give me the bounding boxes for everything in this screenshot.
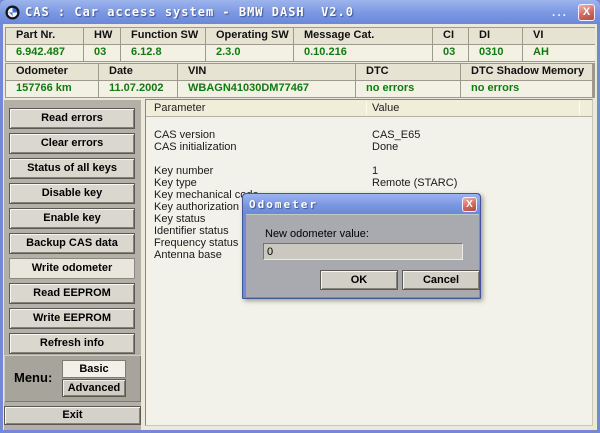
dialog-close-icon[interactable]: X — [462, 197, 477, 212]
param-row: Key number1 — [146, 165, 592, 177]
table-value-cell: 6.942.487 — [6, 45, 83, 61]
menu-panel: Menu: Basic Advanced — [4, 355, 141, 402]
parameter-panel-header: Parameter Value — [146, 100, 592, 117]
column-divider — [366, 101, 367, 115]
vehicle-info-table: Odometer Date VIN DTC DTC Shadow Memory … — [5, 63, 595, 98]
dialog-titlebar: Odometer X — [243, 194, 480, 214]
new-odometer-input[interactable] — [263, 243, 463, 260]
dialog-title: Odometer — [249, 198, 462, 211]
table-value-cell: no errors — [356, 81, 460, 97]
table-header-cell: DTC — [356, 64, 460, 80]
table-value-cell: AH — [523, 45, 595, 61]
exit-button[interactable]: Exit — [4, 406, 141, 425]
param-row: CAS versionCAS_E65 — [146, 129, 592, 141]
new-odometer-label: New odometer value: — [265, 228, 369, 240]
table-header-cell: VI — [523, 28, 595, 44]
menu-label: Menu: — [14, 370, 52, 385]
dialog-body: New odometer value: OK Cancel — [246, 214, 479, 297]
table-header-cell: Odometer — [6, 64, 98, 80]
sidebar: Read errors Clear errors Status of all k… — [4, 100, 141, 430]
table-header-cell: VIN — [178, 64, 355, 80]
table-header-cell: Function SW — [121, 28, 205, 44]
column-header-value: Value — [372, 102, 399, 114]
table-header-cell: DI — [469, 28, 522, 44]
disable-key-button[interactable]: Disable key — [9, 183, 135, 204]
write-eeprom-button[interactable]: Write EEPROM — [9, 308, 135, 329]
read-errors-button[interactable]: Read errors — [9, 108, 135, 129]
odometer-dialog: Odometer X New odometer value: OK Cancel — [242, 193, 481, 299]
param-row: Key typeRemote (STARC) — [146, 177, 592, 189]
window-title: CAS : Car access system - BMW DASH V2.0 — [25, 5, 552, 19]
table-header-cell: Operating SW — [206, 28, 293, 44]
ecu-info-table: Part Nr. HW Function SW Operating SW Mes… — [5, 27, 595, 62]
table-value-cell: 6.12.8 — [121, 45, 205, 61]
param-row: CAS initializationDone — [146, 141, 592, 153]
table-value-cell: 157766 km — [6, 81, 98, 97]
read-eeprom-button[interactable]: Read EEPROM — [9, 283, 135, 304]
bmw-logo-icon — [5, 5, 20, 20]
backup-cas-data-button[interactable]: Backup CAS data — [9, 233, 135, 254]
cancel-button[interactable]: Cancel — [402, 270, 480, 290]
table-value-cell: 03 — [433, 45, 468, 61]
column-divider — [579, 101, 580, 115]
table-header-cell: CI — [433, 28, 468, 44]
clear-errors-button[interactable]: Clear errors — [9, 133, 135, 154]
table-value-cell: 0310 — [469, 45, 522, 61]
close-icon[interactable]: X — [578, 4, 595, 21]
column-header-parameter: Parameter — [154, 102, 205, 114]
enable-key-button[interactable]: Enable key — [9, 208, 135, 229]
table-value-cell: 0.10.216 — [294, 45, 432, 61]
app-window: CAS : Car access system - BMW DASH V2.0 … — [0, 0, 600, 433]
table-value-cell: WBAGN41030DM77467 — [178, 81, 355, 97]
table-header-cell: Part Nr. — [6, 28, 83, 44]
table-header-cell: Date — [99, 64, 177, 80]
write-odometer-button[interactable]: Write odometer — [9, 258, 135, 279]
status-of-all-keys-button[interactable]: Status of all keys — [9, 158, 135, 179]
titlebar-dots-button[interactable]: ... — [552, 5, 568, 19]
titlebar: CAS : Car access system - BMW DASH V2.0 … — [0, 0, 600, 24]
table-header-cell: Message Cat. — [294, 28, 432, 44]
table-header-cell: DTC Shadow Memory — [461, 64, 592, 80]
table-value-cell: 03 — [84, 45, 120, 61]
row-spacer — [146, 153, 592, 165]
menu-advanced-button[interactable]: Advanced — [62, 379, 126, 397]
table-header-cell: HW — [84, 28, 120, 44]
table-value-cell: 2.3.0 — [206, 45, 293, 61]
ok-button[interactable]: OK — [320, 270, 398, 290]
table-value-cell: no errors — [461, 81, 592, 97]
table-value-cell: 11.07.2002 — [99, 81, 177, 97]
menu-basic-button[interactable]: Basic — [62, 360, 126, 378]
refresh-info-button[interactable]: Refresh info — [9, 333, 135, 354]
